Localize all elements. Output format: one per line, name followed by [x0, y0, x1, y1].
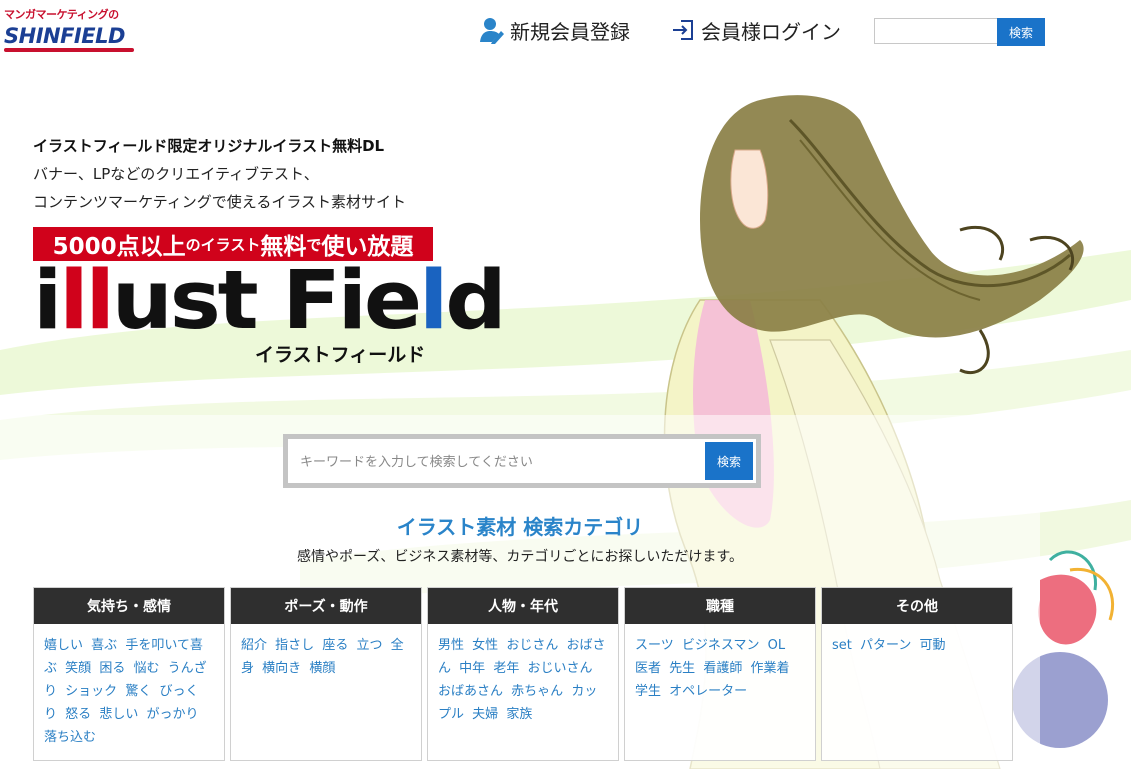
- category-tag-link[interactable]: 落ち込む: [44, 730, 96, 745]
- category-pose: ポーズ・動作 紹介 指さし 座る 立つ 全身 横向き 横顔: [230, 587, 422, 761]
- category-tag-link[interactable]: 先生: [669, 661, 695, 676]
- tagline-line-3: コンテンツマーケティングで使えるイラスト素材サイト: [33, 193, 407, 211]
- banner-mid: のイラスト: [185, 235, 261, 254]
- illust-field-wordmark: illust Field: [33, 261, 507, 342]
- category-tag-link[interactable]: 横顔: [309, 661, 335, 676]
- category-title: 気持ち・感情: [34, 588, 224, 624]
- category-other: その他 set パターン 可動: [821, 587, 1013, 761]
- wordmark-d: d: [445, 254, 506, 348]
- category-tag-link[interactable]: 赤ちゃん: [511, 684, 563, 699]
- category-tag-link[interactable]: スーツ: [635, 638, 674, 653]
- category-tag-link[interactable]: 男性: [438, 638, 464, 653]
- wordmark-l: l: [418, 254, 448, 348]
- login-link[interactable]: 会員様ログイン: [671, 14, 841, 46]
- illust-field-kana: イラストフィールド: [255, 344, 426, 366]
- category-tag-link[interactable]: OL: [768, 638, 785, 653]
- category-tag-link[interactable]: ショック: [65, 684, 117, 699]
- category-tag-link[interactable]: 喜ぶ: [91, 638, 117, 653]
- category-tag-link[interactable]: 笑顔: [65, 661, 91, 676]
- category-tags: set パターン 可動: [822, 624, 1012, 657]
- category-title: 職種: [625, 588, 815, 624]
- hero-tagline: イラストフィールド限定オリジナルイラスト無料DL バナー、LPなどのクリエイティ…: [33, 136, 406, 212]
- category-tag-link[interactable]: 横向き: [262, 661, 301, 676]
- category-tag-link[interactable]: 悲しい: [99, 707, 138, 722]
- login-icon: [673, 20, 693, 40]
- category-title: その他: [822, 588, 1012, 624]
- register-label: 新規会員登録: [510, 19, 630, 44]
- wordmark-ll: ll: [59, 254, 115, 348]
- category-tag-link[interactable]: set: [832, 638, 852, 653]
- category-person-age: 人物・年代 男性 女性 おじさん おばさん 中年 老年 おじいさん おばあさん …: [427, 587, 619, 761]
- category-tag-link[interactable]: 看護師: [703, 661, 742, 676]
- category-tag-link[interactable]: おじいさん: [527, 661, 592, 676]
- category-tag-link[interactable]: 学生: [635, 684, 661, 699]
- category-tag-link[interactable]: ビジネスマン: [682, 638, 760, 653]
- logo-tagline: マンガマーケティングの: [4, 8, 119, 21]
- category-tags: スーツ ビジネスマン OL 医者 先生 看護師 作業着 学生 オペレーター: [625, 624, 815, 703]
- tagline-line-2: バナー、LPなどのクリエイティブテスト、: [33, 165, 319, 183]
- category-tag-link[interactable]: 紹介: [241, 638, 267, 653]
- keyword-search-input[interactable]: [288, 439, 705, 483]
- category-tag-link[interactable]: 驚く: [125, 684, 151, 699]
- category-tag-link[interactable]: 立つ: [356, 638, 382, 653]
- category-tag-link[interactable]: 指さし: [275, 638, 314, 653]
- category-tag-link[interactable]: 悩む: [133, 661, 159, 676]
- login-label: 会員様ログイン: [701, 19, 841, 44]
- logo-swoosh: [4, 48, 134, 52]
- logo-wordmark: SHINFIELD: [4, 24, 125, 48]
- register-link[interactable]: 新規会員登録: [478, 14, 630, 46]
- category-tag-link[interactable]: パターン: [860, 638, 911, 653]
- category-occupation: 職種 スーツ ビジネスマン OL 医者 先生 看護師 作業着 学生 オペレーター: [624, 587, 816, 761]
- category-tags: 嬉しい 喜ぶ 手を叩いて喜ぶ 笑顔 困る 悩む うんざり ショック 驚く びっく…: [34, 624, 224, 749]
- category-tag-link[interactable]: オペレーター: [669, 684, 747, 699]
- category-tag-link[interactable]: おばあさん: [438, 684, 503, 699]
- category-tag-link[interactable]: 座る: [322, 638, 348, 653]
- keyword-search-button[interactable]: 検索: [705, 442, 753, 480]
- category-tag-link[interactable]: 家族: [506, 707, 532, 722]
- category-tag-link[interactable]: がっかり: [146, 707, 198, 722]
- site-logo[interactable]: マンガマーケティングの SHINFIELD: [4, 8, 144, 60]
- category-tags: 紹介 指さし 座る 立つ 全身 横向き 横顔: [231, 624, 421, 680]
- category-heading: イラスト素材 検索カテゴリ: [396, 515, 644, 539]
- tagline-line-1: イラストフィールド限定オリジナルイラスト無料DL: [33, 137, 385, 155]
- category-tag-link[interactable]: 老年: [493, 661, 519, 676]
- header-search-button[interactable]: 検索: [997, 18, 1045, 46]
- category-subtitle: 感情やポーズ、ビジネス素材等、カテゴリごとにお探しいただけます。: [297, 549, 743, 565]
- header-search: 検索: [874, 18, 1045, 46]
- category-tag-link[interactable]: 夫婦: [472, 707, 498, 722]
- category-tag-link[interactable]: 医者: [635, 661, 661, 676]
- category-emotion: 気持ち・感情 嬉しい 喜ぶ 手を叩いて喜ぶ 笑顔 困る 悩む うんざり ショック…: [33, 587, 225, 761]
- illust-field-logo: illust Field イラストフィールド: [33, 261, 507, 367]
- wordmark-i: i: [33, 254, 62, 348]
- category-title: ポーズ・動作: [231, 588, 421, 624]
- category-tag-link[interactable]: 作業着: [750, 661, 789, 676]
- category-tag-link[interactable]: 女性: [472, 638, 498, 653]
- category-tag-link[interactable]: おじさん: [506, 638, 558, 653]
- category-tags: 男性 女性 おじさん おばさん 中年 老年 おじいさん おばあさん 赤ちゃん カ…: [428, 624, 618, 726]
- header-search-input[interactable]: [874, 18, 997, 44]
- category-tag-link[interactable]: 嬉しい: [44, 638, 83, 653]
- user-edit-icon: [480, 18, 504, 44]
- category-tag-link[interactable]: 困る: [99, 661, 125, 676]
- main-search: 検索: [283, 434, 761, 488]
- category-tag-link[interactable]: 怒る: [65, 707, 91, 722]
- banner-mid2: で: [306, 235, 322, 254]
- category-title: 人物・年代: [428, 588, 618, 624]
- category-tag-link[interactable]: 可動: [920, 638, 946, 653]
- category-tag-link[interactable]: 中年: [459, 661, 485, 676]
- wordmark-ust-fie: ust Fie: [111, 254, 422, 348]
